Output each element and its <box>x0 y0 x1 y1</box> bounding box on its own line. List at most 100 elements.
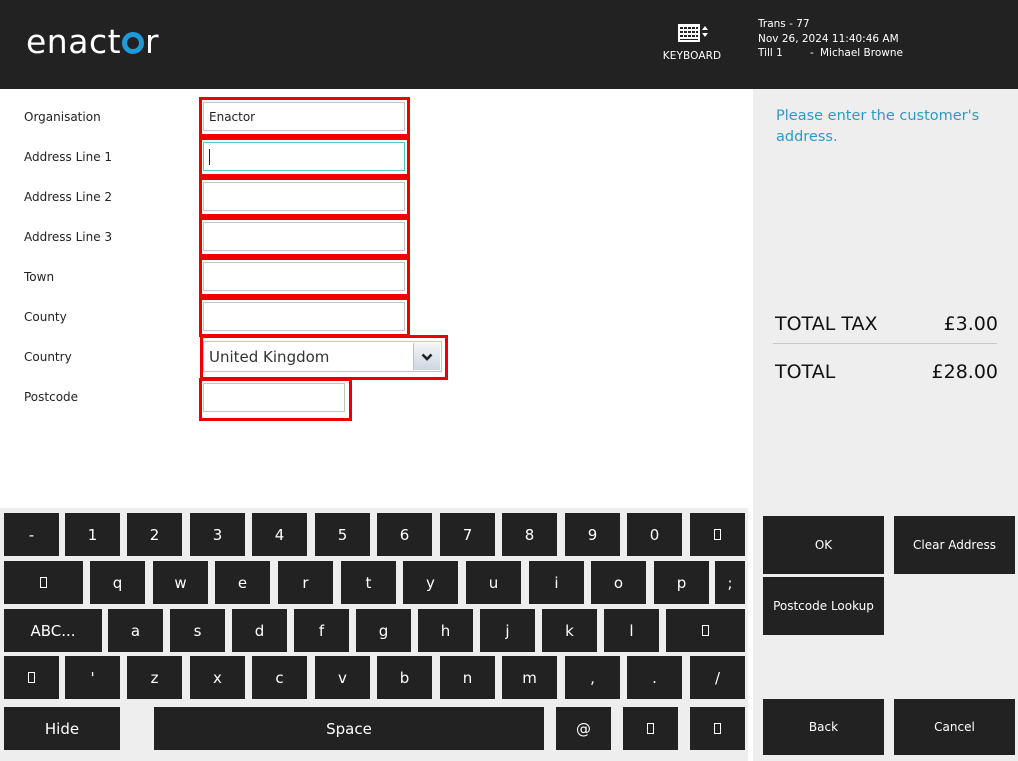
key-enter[interactable] <box>666 609 745 652</box>
key-w[interactable]: w <box>153 561 208 604</box>
key-x[interactable]: x <box>190 656 245 699</box>
chevron-down-icon[interactable] <box>413 343 440 370</box>
right-panel: Please enter the customer's address. TOT… <box>753 89 1018 761</box>
shift-icon <box>28 672 35 683</box>
town-input[interactable] <box>203 262 405 291</box>
key-h[interactable]: h <box>418 609 473 652</box>
app-header: enact r KEYBOARD Trans - 77 Nov 26, 2024 … <box>0 0 1018 89</box>
key-a[interactable]: a <box>108 609 163 652</box>
logo-text-left: enact <box>26 22 122 61</box>
enter-icon <box>702 625 709 636</box>
key-2[interactable]: 2 <box>127 513 182 556</box>
key-hide[interactable]: Hide <box>4 707 120 750</box>
address-line-1-input[interactable] <box>203 142 405 171</box>
key-p[interactable]: p <box>654 561 709 604</box>
keyboard-panel-gap <box>748 508 753 761</box>
key-m[interactable]: m <box>502 656 557 699</box>
totals-divider <box>773 343 997 344</box>
transaction-info: Trans - 77 Nov 26, 2024 11:40:46 AM Till… <box>758 17 903 61</box>
key-b[interactable]: b <box>377 656 432 699</box>
organisation-input[interactable]: Enactor <box>203 102 405 131</box>
key-z[interactable]: z <box>127 656 182 699</box>
key-abc-mode[interactable]: ABC... <box>4 609 102 652</box>
key-e[interactable]: e <box>215 561 270 604</box>
key-3[interactable]: 3 <box>190 513 245 556</box>
address-line-2-label: Address Line 2 <box>24 190 113 204</box>
key-q[interactable]: q <box>90 561 145 604</box>
key-4[interactable]: 4 <box>252 513 307 556</box>
logo-text-right: r <box>145 22 160 61</box>
postcode-label: Postcode <box>24 390 79 404</box>
operator-name: Michael Browne <box>820 47 903 60</box>
tab-icon <box>40 577 47 588</box>
key-c[interactable]: c <box>252 656 307 699</box>
key-o[interactable]: o <box>591 561 646 604</box>
key-j[interactable]: j <box>480 609 535 652</box>
key-left-arrow[interactable] <box>623 707 678 750</box>
transaction-datetime: Nov 26, 2024 11:40:46 AM <box>758 32 899 45</box>
keyboard-toggle-button[interactable]: KEYBOARD <box>656 20 728 70</box>
key-t[interactable]: t <box>341 561 396 604</box>
key-semicolon[interactable]: ; <box>715 561 745 604</box>
total-row: TOTAL £28.00 <box>775 361 998 383</box>
key-tab[interactable] <box>4 561 83 604</box>
text-caret <box>209 148 210 165</box>
key-apostrophe[interactable]: ' <box>65 656 120 699</box>
till-separator: - <box>810 47 814 60</box>
county-input[interactable] <box>203 302 405 331</box>
key-8[interactable]: 8 <box>502 513 557 556</box>
organisation-label: Organisation <box>24 110 101 124</box>
organisation-value: Enactor <box>209 109 256 124</box>
key-1[interactable]: 1 <box>65 513 120 556</box>
key-f[interactable]: f <box>294 609 349 652</box>
key-minus[interactable]: - <box>4 513 59 556</box>
key-y[interactable]: y <box>403 561 458 604</box>
keyboard-icon <box>672 22 712 46</box>
key-u[interactable]: u <box>466 561 521 604</box>
country-select[interactable]: United Kingdom <box>203 341 442 372</box>
key-7[interactable]: 7 <box>440 513 495 556</box>
key-backspace[interactable] <box>690 513 745 556</box>
postcode-input[interactable] <box>203 383 345 412</box>
key-k[interactable]: k <box>542 609 597 652</box>
key-n[interactable]: n <box>440 656 495 699</box>
total-label: TOTAL <box>775 361 836 383</box>
key-d[interactable]: d <box>232 609 287 652</box>
town-label: Town <box>24 270 55 284</box>
key-space[interactable]: Space <box>154 707 544 750</box>
key-6[interactable]: 6 <box>377 513 432 556</box>
key-comma[interactable]: , <box>565 656 620 699</box>
total-value: £28.00 <box>931 361 998 383</box>
address-line-3-label: Address Line 3 <box>24 230 113 244</box>
key-5[interactable]: 5 <box>315 513 370 556</box>
transaction-number: Trans - 77 <box>758 18 810 30</box>
country-selected-value: United Kingdom <box>209 347 330 366</box>
total-tax-value: £3.00 <box>943 313 998 335</box>
key-g[interactable]: g <box>356 609 411 652</box>
clear-address-button[interactable]: Clear Address <box>894 516 1015 574</box>
key-9[interactable]: 9 <box>565 513 620 556</box>
key-shift[interactable] <box>4 656 59 699</box>
key-0[interactable]: 0 <box>627 513 682 556</box>
address-line-2-input[interactable] <box>203 182 405 211</box>
key-s[interactable]: s <box>170 609 225 652</box>
cancel-button[interactable]: Cancel <box>894 699 1015 755</box>
till-name: Till 1 <box>758 47 783 60</box>
address-line-3-input[interactable] <box>203 222 405 251</box>
key-v[interactable]: v <box>315 656 370 699</box>
key-slash[interactable]: / <box>690 656 745 699</box>
total-tax-row: TOTAL TAX £3.00 <box>775 313 998 335</box>
key-right-arrow[interactable] <box>690 707 745 750</box>
postcode-lookup-button[interactable]: Postcode Lookup <box>763 577 884 635</box>
back-button[interactable]: Back <box>763 699 884 755</box>
total-tax-label: TOTAL TAX <box>775 313 878 335</box>
right-arrow-icon <box>714 723 721 734</box>
key-i[interactable]: i <box>529 561 584 604</box>
key-l[interactable]: l <box>604 609 659 652</box>
ok-button[interactable]: OK <box>763 516 884 574</box>
key-r[interactable]: r <box>278 561 333 604</box>
key-period[interactable]: . <box>627 656 682 699</box>
backspace-icon <box>714 529 721 540</box>
keyboard-label: KEYBOARD <box>662 50 722 62</box>
key-at[interactable]: @ <box>556 707 611 750</box>
